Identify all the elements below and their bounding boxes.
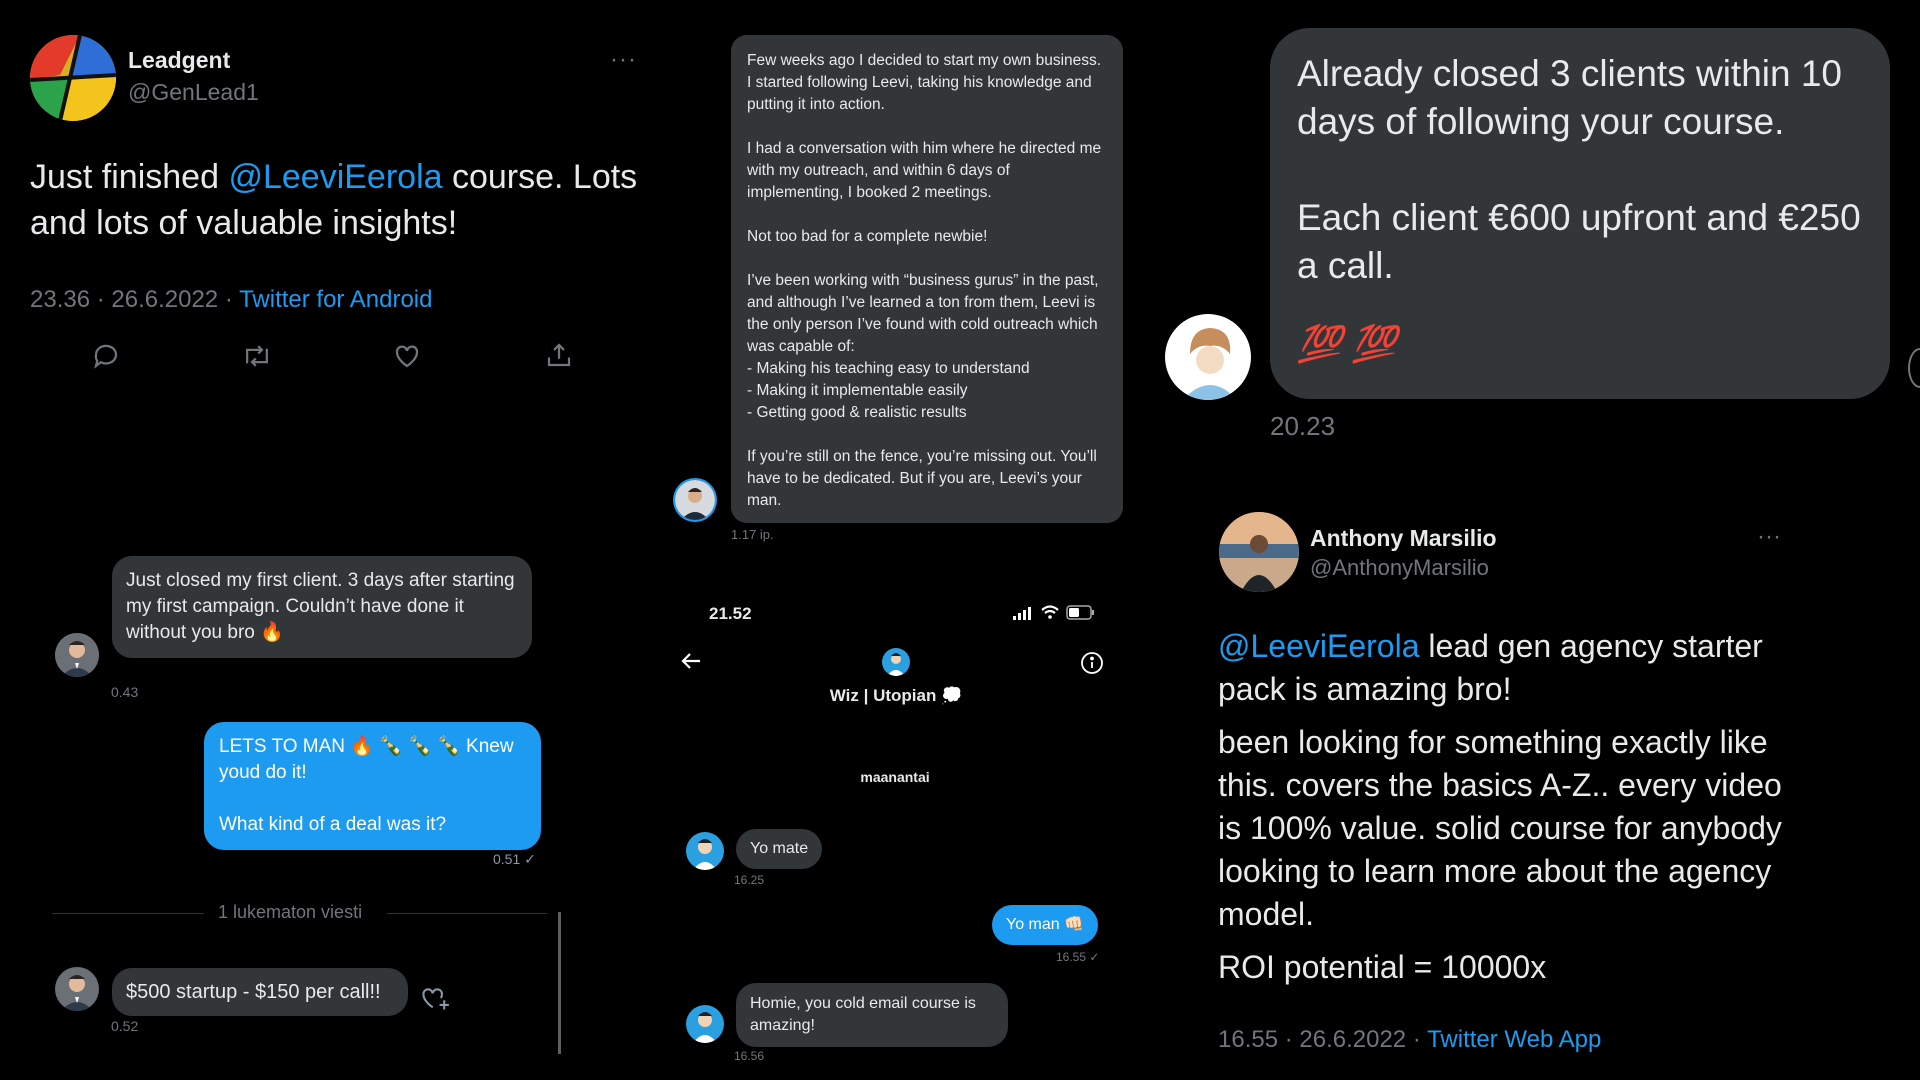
more-options-icon[interactable]: ··· [1757,523,1781,551]
tweet1-author-name[interactable]: Leadgent [128,47,230,74]
contact-avatar[interactable] [686,832,724,870]
tweet2-line1: @LeeviEerola lead gen agency starter pac… [1218,625,1808,711]
testimonial-paragraph: Few weeks ago I decided to start my own … [747,52,1102,113]
message-bubble: Homie, you cold email course is amazing! [736,983,1008,1047]
message-text: LETS TO MAN 🔥 🍾 🍾 🍾 Knew youd do it! [219,736,514,783]
testimonial-paragraph: If you’re still on the fence, you’re mis… [747,448,1097,509]
react-heart-icon[interactable] [420,984,450,1012]
like-icon[interactable] [392,341,422,371]
tweet1-text: Just finished @LeeviEerola course. Lots … [30,154,650,246]
tweet1-source[interactable]: Twitter for Android [239,286,432,313]
tweet2-author-name[interactable]: Anthony Marsilio [1310,525,1497,552]
message-text: Just closed my first client. 3 days afte… [126,570,515,643]
react-icon[interactable] [1908,348,1920,388]
tweet2-timestamp[interactable]: 16.55 · 26.6.2022 · [1218,1026,1427,1053]
sent-message-bubble: Yo man 👊🏻 [992,905,1099,945]
tweet2-paragraph: been looking for something exactly like … [1218,724,1782,932]
message-bubble: Just closed my first client. 3 days afte… [112,556,532,658]
tweet2-meta: 16.55 · 26.6.2022 · Twitter Web App [1218,1026,1601,1054]
sent-message-bubble: LETS TO MAN 🔥 🍾 🍾 🍾 Knew youd do it! Wha… [204,722,541,850]
message-text: $500 startup - $150 per call!! [126,981,381,1003]
message-text: Yo mate [750,840,809,857]
message-text: Yo man 👊🏻 [1006,916,1085,933]
mention-link[interactable]: @LeeviEerola [228,158,442,196]
signal-icon [1013,606,1035,620]
tweet2-author-handle[interactable]: @AnthonyMarsilio [1310,555,1489,581]
scrollbar[interactable] [558,912,561,1054]
message-timestamp: 1.17 ip. [731,527,774,542]
message-timestamp: 0.52 [111,1018,139,1034]
conversation-title[interactable]: Wiz | Utopian 💭 [818,686,974,706]
contact-avatar[interactable] [55,633,99,677]
testimonial-paragraph: I had a conversation with him where he d… [747,140,1102,201]
battery-icon [1066,605,1096,620]
divider [387,913,547,914]
tweet2-paragraph: ROI potential = 10000x [1218,949,1547,985]
tweet1-meta: 23.36 · 26.6.2022 · Twitter for Android [30,286,432,314]
share-icon[interactable] [544,340,574,370]
tweet1-timestamp[interactable]: 23.36 · 26.6.2022 · [30,286,239,313]
reply-icon[interactable] [91,341,121,371]
message-bubble: Yo mate [736,829,823,869]
contact-avatar[interactable] [686,1005,724,1043]
tweet1-text-before: Just finished [30,158,229,196]
message-text: Each client €600 upfront and €250 a call… [1297,197,1861,286]
message-timestamp: 0.43 [111,684,139,700]
unread-divider-label: 1 lukematon viesti [218,902,363,922]
message-bubble: $500 startup - $150 per call!! [112,968,408,1016]
day-separator: maanantai [860,769,930,785]
message-text: Already closed 3 clients within 10 days … [1297,53,1843,142]
testimonial-paragraph: Not too bad for a complete newbie! [747,228,988,245]
message-timestamp: 16.25 [734,873,765,887]
testimonial-bubble: Few weeks ago I decided to start my own … [731,35,1123,523]
anthony-avatar[interactable] [1219,512,1299,592]
retweet-icon[interactable] [241,341,273,371]
more-options-icon[interactable]: ··· [610,46,637,74]
tweet2-source[interactable]: Twitter Web App [1427,1026,1601,1053]
mention-link[interactable]: @LeeviEerola [1218,628,1419,664]
testimonial-bullet: - Getting good & realistic results [747,404,967,421]
message-timestamp: 16.56 [734,1049,765,1063]
wifi-icon [1040,604,1060,620]
message-timestamp: 20.23 [1270,411,1336,441]
testimonial-paragraph: I’ve been working with “business gurus” … [747,272,1099,355]
tweet1-author-handle[interactable]: @GenLead1 [128,79,259,106]
message-bubble: Already closed 3 clients within 10 days … [1270,28,1890,399]
testimonial-bullet: - Making his teaching easy to understand [747,360,1030,377]
message-text: Homie, you cold email course is amazing! [750,995,976,1034]
contact-avatar[interactable] [55,967,99,1011]
info-icon[interactable] [1080,651,1104,675]
back-arrow-icon[interactable] [680,651,702,671]
divider [52,913,204,914]
hundred-emoji: 💯 💯 [1297,323,1397,364]
testimonial-bullet: - Making it implementable easily [747,382,968,399]
message-timestamp: 0.51 ✓ [493,851,536,867]
leadgent-avatar[interactable] [30,35,116,121]
message-text: What kind of a deal was it? [219,814,447,835]
status-bar-clock: 21.52 [709,604,752,623]
message-timestamp: 16.55 ✓ [1056,950,1100,964]
contact-avatar[interactable] [882,648,910,676]
tweet2-text: @LeeviEerola lead gen agency starter pac… [1218,625,1808,989]
sender-avatar[interactable] [1165,314,1251,400]
sender-avatar[interactable] [675,480,715,520]
